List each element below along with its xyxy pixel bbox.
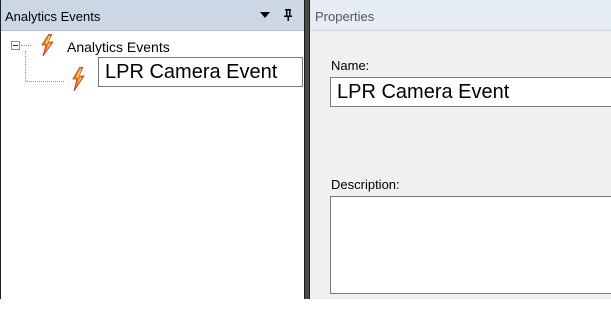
properties-panel: Properties Name: LPR Camera Event Descri…	[310, 0, 611, 299]
properties-title: Properties	[315, 9, 375, 24]
name-label: Name:	[331, 58, 370, 73]
tree-connector	[21, 45, 31, 46]
name-field[interactable]: LPR Camera Event	[330, 77, 611, 107]
tree-connector	[26, 81, 64, 82]
tree-item-analytics-events[interactable]: Analytics Events	[67, 39, 170, 55]
properties-panel-header: Properties	[310, 0, 611, 31]
panel-title: Analytics Events	[5, 9, 101, 24]
event-tree: Analytics Events LPR Camera Event	[1, 31, 304, 299]
analytics-events-panel-header: Analytics Events	[1, 0, 304, 31]
description-field[interactable]	[330, 196, 611, 294]
pin-icon[interactable]	[280, 7, 296, 23]
analytics-events-panel: Analytics Events Analytics Events LPR Ca…	[0, 0, 304, 299]
tree-item-rename-input[interactable]: LPR Camera Event	[98, 57, 303, 87]
app-window: Analytics Events Analytics Events LPR Ca…	[0, 0, 611, 334]
tree-connector	[25, 51, 26, 81]
caret-down-icon[interactable]	[257, 7, 273, 23]
lightning-event-icon	[37, 33, 59, 57]
description-label: Description:	[331, 177, 400, 192]
lightning-event-icon	[68, 66, 90, 92]
collapse-icon[interactable]	[11, 41, 20, 50]
